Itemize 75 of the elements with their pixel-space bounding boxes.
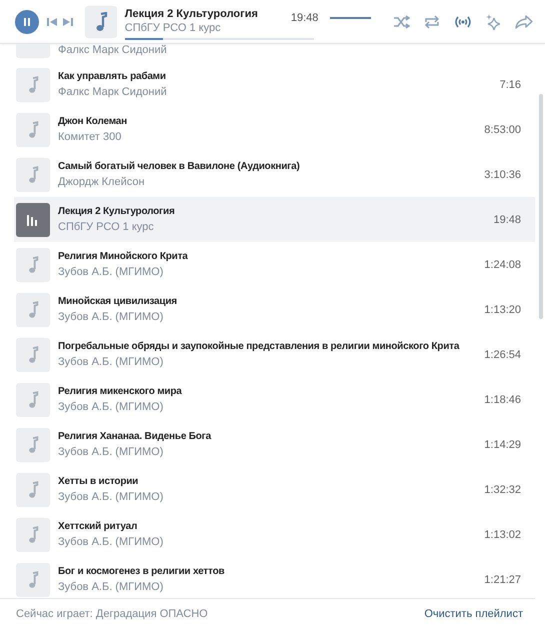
- pause-icon: [22, 16, 32, 26]
- track-title: Погребальные обряды и заупокойные представления в религии минойского Крита: [58, 341, 460, 353]
- clear-playlist-link[interactable]: Очистить плейлист: [424, 608, 523, 620]
- track-duration: 1:21:27: [484, 574, 521, 586]
- track-duration: 1:18:46: [484, 394, 521, 406]
- music-note-icon: [16, 292, 50, 326]
- track-title: Лекция 2 Культурология: [124, 8, 258, 20]
- music-note-icon: [16, 472, 50, 506]
- next-icon[interactable]: [62, 16, 73, 26]
- track-title: Хеттский ритуал: [58, 521, 138, 533]
- music-note-icon: [84, 6, 117, 38]
- track-artist: Зубов А.Б. (МГИМО): [58, 266, 164, 278]
- track-artist: Фалкс Марк Сидоний: [58, 44, 167, 56]
- track-title: Минойская цивилизация: [58, 296, 178, 308]
- track-artist: Зубов А.Б. (МГИМО): [58, 356, 164, 368]
- track-artist: Зубов А.Б. (МГИМО): [58, 581, 164, 593]
- track-row[interactable]: Хеттский ритуал Зубов А.Б. (МГИМО) 1:13:02: [0, 512, 535, 557]
- now-playing-text: Сейчас играет: Деградация ОПАСНО: [16, 608, 208, 620]
- track-title: Религия микенского мира: [58, 386, 183, 398]
- track-duration: 19:48: [493, 214, 521, 226]
- track-row[interactable]: Хетты в истории Зубов А.Б. (МГИМО) 1:32:32: [0, 467, 535, 512]
- track-artist: Джордж Клейсон: [58, 176, 146, 188]
- track-row[interactable]: Погребальные обряды и заупокойные представления в религии минойского Крита Зубов А.Б. (МГИМО) 1:26:54: [0, 332, 535, 377]
- music-note-icon: [16, 248, 50, 282]
- track-duration: 1:26:54: [484, 348, 521, 360]
- track-duration: 3:10:36: [484, 168, 521, 180]
- track-artist: СПбГУ РСО 1 курс: [124, 22, 222, 34]
- track-row[interactable]: Лекция 2 Культурология СПбГУ РСО 1 курс 19:48: [14, 197, 535, 242]
- track-time: 19:48: [290, 12, 320, 24]
- track-title: Бог и космогенез в религии хеттов: [58, 566, 226, 578]
- pause-button[interactable]: [15, 10, 39, 34]
- track-row[interactable]: Религия Минойского Крита Зубов А.Б. (МГИМО) 1:24:08: [0, 242, 535, 287]
- track-title: Самый богатый человек в Вавилоне (Аудиокнига): [58, 161, 301, 173]
- share-icon[interactable]: [515, 14, 533, 28]
- track-row[interactable]: Религия микенского мира Зубов А.Б. (МГИМО) 1:18:46: [0, 377, 535, 422]
- repeat-icon[interactable]: [423, 14, 442, 28]
- track-artist: Фалкс Марк Сидоний: [58, 86, 168, 98]
- track-row[interactable]: Самый богатый человек в Вавилоне (Аудиокнига) Джордж Клейсон 3:10:36: [0, 152, 535, 197]
- shuffle-icon[interactable]: [393, 14, 412, 28]
- track-duration: 1:24:08: [484, 258, 521, 270]
- track-title: Религия Минойского Крита: [58, 251, 189, 263]
- music-note-icon: [16, 428, 50, 462]
- track-duration: 1:32:32: [484, 484, 521, 496]
- track-artist: Зубов А.Б. (МГИМО): [58, 491, 164, 503]
- track-artist: Комитет 300: [58, 131, 122, 143]
- track-artist: Зубов А.Б. (МГИМО): [58, 401, 164, 413]
- music-note-icon: [16, 518, 50, 552]
- track-artist: Зубов А.Б. (МГИМО): [58, 311, 164, 323]
- equalizer-icon: [16, 202, 50, 236]
- music-note-icon: [16, 112, 50, 146]
- track-duration: 1:14:29: [484, 438, 521, 450]
- track-row[interactable]: Как управлять рабами Фалкс Марк Сидоний 7:16: [0, 62, 535, 107]
- previous-icon[interactable]: [46, 16, 57, 26]
- broadcast-icon[interactable]: [453, 14, 474, 28]
- track-title: Хетты в истории: [58, 476, 140, 488]
- track-artist: Зубов А.Б. (МГИМО): [58, 536, 164, 548]
- track-duration: 1:13:20: [484, 304, 521, 316]
- track-title: Лекция 2 Культурология: [58, 206, 176, 218]
- track-title: Джон Колеман: [58, 116, 128, 128]
- track-row[interactable]: Бог и космогенез в религии хеттов Зубов А.Б. (МГИМО) 1:21:27: [0, 557, 535, 598]
- track-row[interactable]: Джон Колеман Комитет 300 8:53:00: [0, 107, 535, 152]
- track-artist: СПбГУ РСО 1 курс: [58, 221, 155, 233]
- track-row[interactable]: Религия Хананаа. Виденье Бога Зубов А.Б. (МГИМО) 1:14:29: [0, 422, 535, 467]
- track-title: Религия Хананаа. Виденье Бога: [58, 431, 212, 443]
- track-artist: Зубов А.Б. (МГИМО): [58, 446, 164, 458]
- track-duration: 7:16: [500, 78, 521, 90]
- scrollbar[interactable]: [539, 94, 543, 319]
- music-note-icon: [16, 338, 50, 372]
- track-row[interactable]: Минойская цивилизация Зубов А.Б. (МГИМО) 1:13:20: [0, 287, 535, 332]
- track-title: Как управлять рабами: [58, 71, 167, 83]
- music-note-icon: [16, 158, 50, 192]
- track-duration: 8:53:00: [484, 124, 521, 136]
- music-note-icon: [16, 68, 50, 102]
- music-note-icon: [16, 382, 50, 416]
- track-duration: 1:13:02: [484, 528, 521, 540]
